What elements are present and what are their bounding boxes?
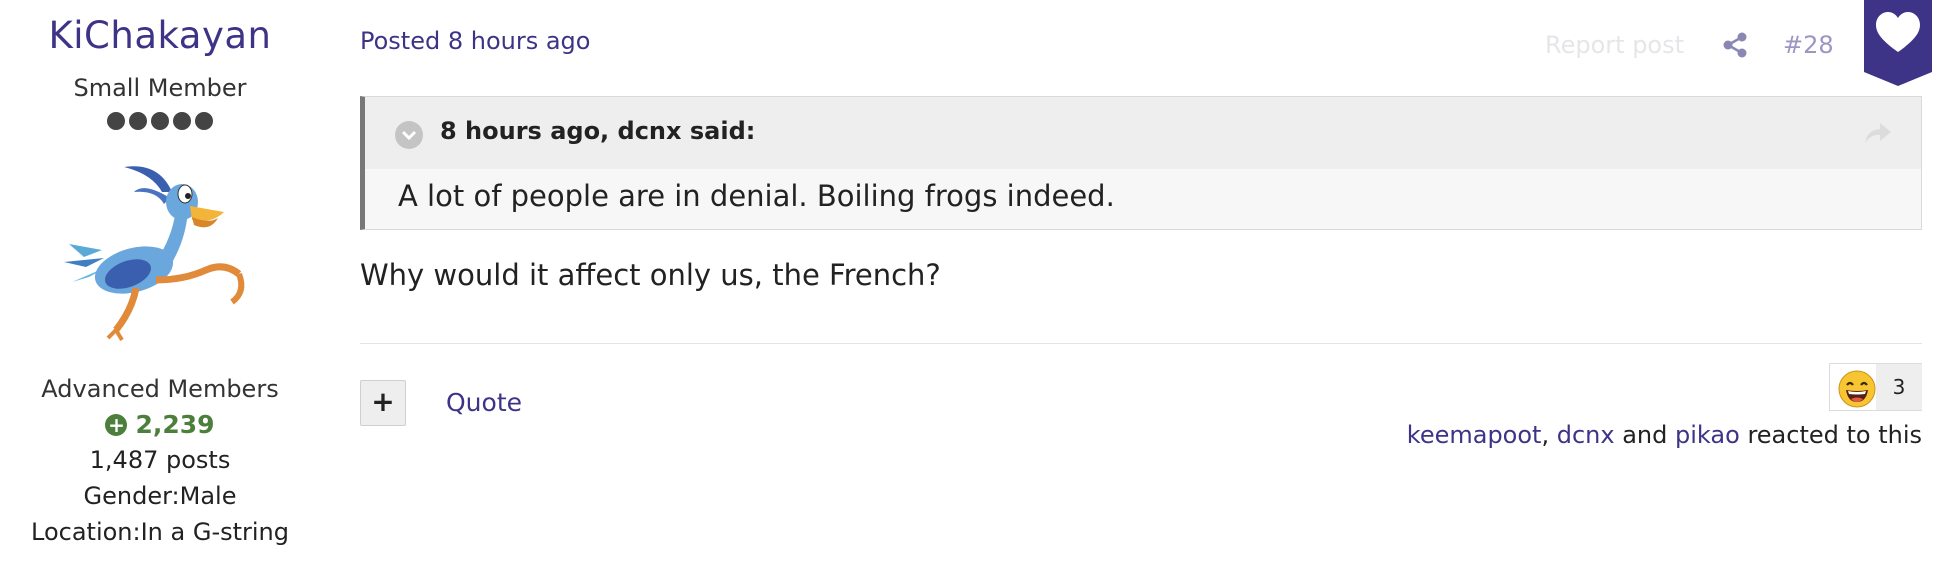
post-number-link[interactable]: #28 xyxy=(1783,31,1834,59)
reactor-link[interactable]: keemapoot xyxy=(1407,421,1542,449)
post-body: Why would it affect only us, the French? xyxy=(360,258,941,292)
collapse-toggle[interactable] xyxy=(395,121,423,149)
divider xyxy=(360,343,1922,344)
multiquote-button[interactable]: + xyxy=(360,380,406,426)
author-title: Small Member xyxy=(73,74,247,102)
post-count: 1,487 posts xyxy=(89,446,231,474)
share-icon[interactable] xyxy=(1722,32,1748,58)
reactor-link[interactable]: dcnx xyxy=(1557,421,1615,449)
avatar[interactable] xyxy=(64,162,254,342)
rank-dot xyxy=(151,112,169,130)
rank-dot xyxy=(129,112,147,130)
reaction-count: 3 xyxy=(1876,364,1922,410)
rank-dots xyxy=(0,112,320,130)
chevron-down-icon xyxy=(401,130,417,141)
rank-dot xyxy=(195,112,213,130)
separator: , xyxy=(1541,421,1550,449)
rank-dot xyxy=(173,112,191,130)
reacted-suffix: reacted to this xyxy=(1747,421,1922,449)
like-badge[interactable] xyxy=(1864,0,1932,86)
author-name[interactable]: KiChakayan xyxy=(0,14,320,57)
author-location: Location:In a G-string xyxy=(31,518,289,546)
share-arrow-icon[interactable] xyxy=(1863,119,1893,147)
quote-header: 8 hours ago, dcnx said: xyxy=(365,97,1921,169)
laughing-emoji-icon xyxy=(1838,370,1876,408)
quote-block: 8 hours ago, dcnx said: A lot of people … xyxy=(360,96,1922,230)
author-group: Advanced Members xyxy=(41,375,279,403)
post-timestamp[interactable]: Posted 8 hours ago xyxy=(360,27,590,55)
rank-dot xyxy=(107,112,125,130)
plus-circle-icon: + xyxy=(105,413,128,436)
reactor-link[interactable]: pikao xyxy=(1675,421,1740,449)
author-gender: Gender:Male xyxy=(83,482,237,510)
reaction-summary[interactable]: 3 xyxy=(1829,363,1922,411)
quote-text: A lot of people are in denial. Boiling f… xyxy=(398,179,1115,213)
reactors-line: keemapoot, dcnx and pikao reacted to thi… xyxy=(1407,421,1922,449)
quote-citation: 8 hours ago, dcnx said: xyxy=(440,117,756,145)
and-text: and xyxy=(1622,421,1668,449)
report-post-link[interactable]: Report post xyxy=(1545,31,1684,59)
reputation-badge: + 2,239 xyxy=(0,410,320,439)
reputation-count: 2,239 xyxy=(135,410,215,439)
quote-button[interactable]: Quote xyxy=(446,388,522,417)
